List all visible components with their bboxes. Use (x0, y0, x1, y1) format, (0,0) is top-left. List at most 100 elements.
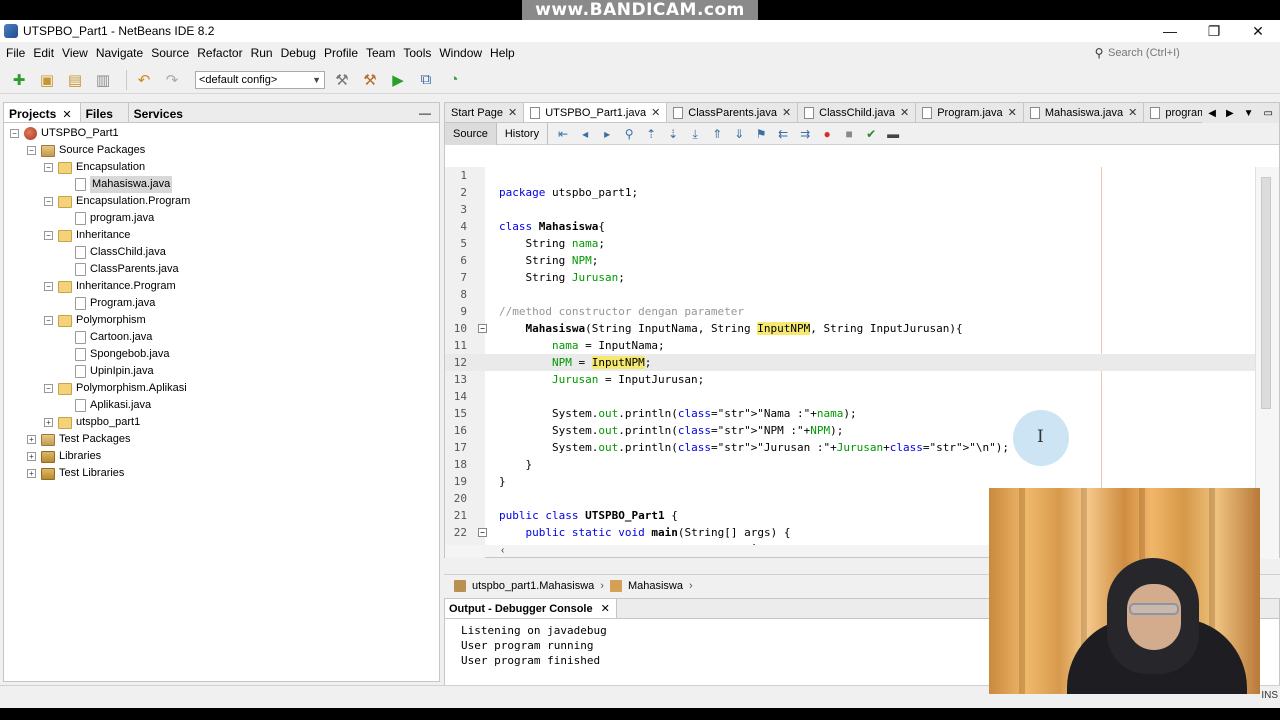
expand-icon[interactable]: + (27, 452, 36, 461)
last-edit-icon[interactable]: ⇤ (556, 127, 570, 141)
collapse-icon[interactable]: − (10, 129, 19, 138)
run-icon[interactable]: ▶ (387, 69, 409, 91)
save-all-icon[interactable]: ▥ (92, 69, 114, 91)
tree-node[interactable]: − Encapsulation (4, 159, 439, 176)
source-button[interactable]: Source (445, 122, 497, 145)
editor-tab[interactable]: UTSPBO_Part1.java ✕ (524, 103, 668, 122)
code-line[interactable]: 17 System.out.println(class="str">"Jurus… (445, 439, 1255, 456)
breadcrumb-package[interactable]: utspbo_part1.Mahasiswa (472, 580, 594, 592)
tree-node[interactable]: ClassChild.java (4, 244, 439, 261)
menu-tools[interactable]: Tools (399, 46, 435, 60)
find-next-icon[interactable]: ⇣ (666, 127, 680, 141)
menu-profile[interactable]: Profile (320, 46, 362, 60)
breadcrumb-class[interactable]: Mahasiswa (628, 580, 683, 592)
tab-files[interactable]: Files (81, 103, 129, 122)
menu-debug[interactable]: Debug (277, 46, 320, 60)
previous-bookmark-icon[interactable]: ⇑ (710, 127, 724, 141)
menu-team[interactable]: Team (362, 46, 399, 60)
fold-icon[interactable]: − (478, 324, 487, 333)
new-project-icon[interactable]: ▣ (36, 69, 58, 91)
tree-node[interactable]: Cartoon.java (4, 329, 439, 346)
comment-icon[interactable]: ✔ (864, 127, 878, 141)
shift-left-icon[interactable]: ⇇ (776, 127, 790, 141)
code-line[interactable]: 8 (445, 286, 1255, 303)
open-project-icon[interactable]: ▤ (64, 69, 86, 91)
clean-build-icon[interactable]: ⚒ (359, 69, 381, 91)
scroll-right-icon[interactable]: ▶ (1226, 108, 1234, 119)
tree-node[interactable]: Mahasiswa.java (4, 176, 439, 193)
scrollbar-thumb[interactable] (1261, 177, 1271, 409)
menu-refactor[interactable]: Refactor (193, 46, 246, 60)
close-icon[interactable]: ✕ (601, 602, 610, 615)
menu-edit[interactable]: Edit (29, 46, 58, 60)
code-line[interactable]: 5 String nama; (445, 235, 1255, 252)
code-line[interactable]: 14 (445, 388, 1255, 405)
code-line[interactable]: 7 String Jurusan; (445, 269, 1255, 286)
collapse-icon[interactable]: − (44, 316, 53, 325)
code-line[interactable]: 15 System.out.println(class="str">"Nama … (445, 405, 1255, 422)
tree-node[interactable]: + Libraries (4, 448, 439, 465)
tree-node[interactable]: UpinIpin.java (4, 363, 439, 380)
tree-node[interactable]: − Polymorphism.Aplikasi (4, 380, 439, 397)
close-button[interactable]: ✕ (1236, 20, 1280, 42)
tree-node[interactable]: − Encapsulation.Program (4, 193, 439, 210)
tab-services[interactable]: Services (129, 103, 213, 122)
editor-tab[interactable]: ClassChild.java ✕ (798, 103, 917, 122)
start-macro-icon[interactable]: ● (820, 127, 834, 141)
code-line[interactable]: 16 System.out.println(class="str">"NPM :… (445, 422, 1255, 439)
fold-icon[interactable]: − (478, 528, 487, 537)
redo-icon[interactable]: ↷ (161, 69, 183, 91)
tree-node[interactable]: − Polymorphism (4, 312, 439, 329)
restore-button[interactable]: ❐ (1192, 20, 1236, 42)
maximize-icon[interactable]: ▭ (1264, 108, 1273, 119)
find-selection-icon[interactable]: ⤓ (688, 127, 702, 141)
toggle-bookmark-icon[interactable]: ⚑ (754, 127, 768, 141)
menu-file[interactable]: File (2, 46, 29, 60)
close-icon[interactable]: ✕ (651, 106, 660, 119)
find-previous-icon[interactable]: ⇡ (644, 127, 658, 141)
tree-node[interactable]: program.java (4, 210, 439, 227)
close-icon[interactable]: ✕ (62, 108, 71, 121)
close-icon[interactable]: ✕ (508, 106, 517, 119)
scroll-left-arrow-icon[interactable]: ‹ (501, 545, 504, 557)
tree-node[interactable]: + Test Libraries (4, 465, 439, 482)
menu-view[interactable]: View (58, 46, 92, 60)
tree-node[interactable]: Aplikasi.java (4, 397, 439, 414)
tree-node[interactable]: − Inheritance (4, 227, 439, 244)
collapse-icon[interactable]: − (44, 384, 53, 393)
code-line[interactable]: 12 NPM = InputNPM; (445, 354, 1255, 371)
code-line[interactable]: 10 Mahasiswa(String InputNama, String In… (445, 320, 1255, 337)
forward-icon[interactable]: ▸ (600, 127, 614, 141)
next-bookmark-icon[interactable]: ⇓ (732, 127, 746, 141)
collapse-icon[interactable]: − (44, 282, 53, 291)
collapse-icon[interactable]: − (44, 197, 53, 206)
new-file-icon[interactable]: ✚ (8, 69, 30, 91)
code-line[interactable]: 13 Jurusan = InputJurusan; (445, 371, 1255, 388)
collapse-icon[interactable]: − (44, 163, 53, 172)
find-icon[interactable]: ⚲ (622, 127, 636, 141)
close-icon[interactable]: ✕ (1008, 106, 1017, 119)
menu-navigate[interactable]: Navigate (92, 46, 147, 60)
code-line[interactable]: 4 class Mahasiswa{ (445, 218, 1255, 235)
code-line[interactable]: 6 String NPM; (445, 252, 1255, 269)
code-line[interactable]: 18 } (445, 456, 1255, 473)
expand-icon[interactable]: + (44, 418, 53, 427)
tree-node[interactable]: − UTSPBO_Part1 (4, 125, 439, 142)
config-select[interactable]: <default config> ▼ (195, 70, 325, 89)
tree-node[interactable]: Program.java (4, 295, 439, 312)
stop-macro-icon[interactable]: ■ (842, 127, 856, 141)
history-button[interactable]: History (497, 122, 549, 145)
expand-icon[interactable]: + (27, 469, 36, 478)
show-opened-documents-icon[interactable]: ▼ (1244, 108, 1254, 119)
profile-icon[interactable]: ◔ (443, 69, 465, 91)
back-icon[interactable]: ◂ (578, 127, 592, 141)
debug-icon[interactable]: ⧉ (415, 69, 437, 91)
editor-tab[interactable]: Start Page ✕ (445, 103, 525, 122)
undo-icon[interactable]: ↶ (133, 69, 155, 91)
menu-help[interactable]: Help (486, 46, 519, 60)
tree-node[interactable]: ClassParents.java (4, 261, 439, 278)
code-line[interactable]: 2 package utspbo_part1; (445, 184, 1255, 201)
collapse-icon[interactable]: − (27, 146, 36, 155)
menu-source[interactable]: Source (147, 46, 193, 60)
tab-debugger-console[interactable]: Output - Debugger Console ✕ (445, 599, 617, 618)
